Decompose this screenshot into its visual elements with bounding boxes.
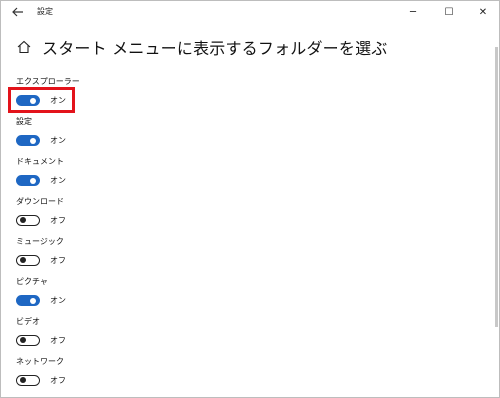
toggle-state: オフ [50,336,66,345]
toggle-state: オフ [50,256,66,265]
setting-downloads: ダウンロード オフ [16,196,66,226]
settings-toggle[interactable] [16,135,40,146]
setting-documents: ドキュメント オン [16,156,66,186]
maximize-icon: ☐ [444,6,454,18]
back-arrow-glyph [12,7,23,17]
toggle-knob [20,217,26,223]
page-heading: スタート メニューに表示するフォルダーを選ぶ [16,35,388,59]
setting-label: ピクチャ [16,277,48,286]
network-toggle[interactable] [16,375,40,386]
toggle-knob [30,297,36,304]
toggle-knob [20,377,26,383]
pictures-toggle[interactable] [16,295,40,306]
setting-music: ミュージック オフ [16,236,66,266]
back-arrow-icon[interactable] [7,3,29,21]
setting-network: ネットワーク オフ [16,356,66,386]
setting-settings: 設定 オン [16,116,66,146]
toggle-state: オン [50,136,66,145]
setting-label: ネットワーク [16,357,64,366]
page-title: スタート メニューに表示するフォルダーを選ぶ [42,39,388,58]
setting-label: ミュージック [16,237,64,246]
setting-label: ビデオ [16,317,40,326]
setting-label: ダウンロード [16,197,64,206]
setting-videos: ビデオ オフ [16,316,66,346]
documents-toggle[interactable] [16,175,40,186]
toggle-knob [30,137,36,144]
settings-window: 設定 ─ ☐ ✕ スタート メニューに表示するフォルダーを選ぶ エクスプローラー… [0,0,500,398]
toggle-state: オン [50,296,66,305]
maximize-button[interactable]: ☐ [433,1,465,23]
title-bar: 設定 ─ ☐ ✕ [1,1,499,23]
toggle-knob [30,177,36,184]
downloads-toggle[interactable] [16,215,40,226]
highlight-box [8,87,75,113]
scrollbar[interactable] [495,47,498,327]
toggle-state: オン [50,176,66,185]
close-icon: ✕ [478,6,488,18]
videos-toggle[interactable] [16,335,40,346]
setting-label: 設定 [16,117,32,126]
app-title: 設定 [37,7,53,16]
toggle-state: オフ [50,216,66,225]
toggle-knob [20,257,26,263]
toggle-knob [20,337,26,343]
close-button[interactable]: ✕ [467,1,499,23]
setting-label: ドキュメント [16,157,64,166]
setting-pictures: ピクチャ オン [16,276,66,306]
minimize-icon: ─ [409,6,417,18]
home-icon[interactable] [16,39,32,55]
music-toggle[interactable] [16,255,40,266]
toggle-state: オフ [50,376,66,385]
minimize-button[interactable]: ─ [397,1,429,23]
